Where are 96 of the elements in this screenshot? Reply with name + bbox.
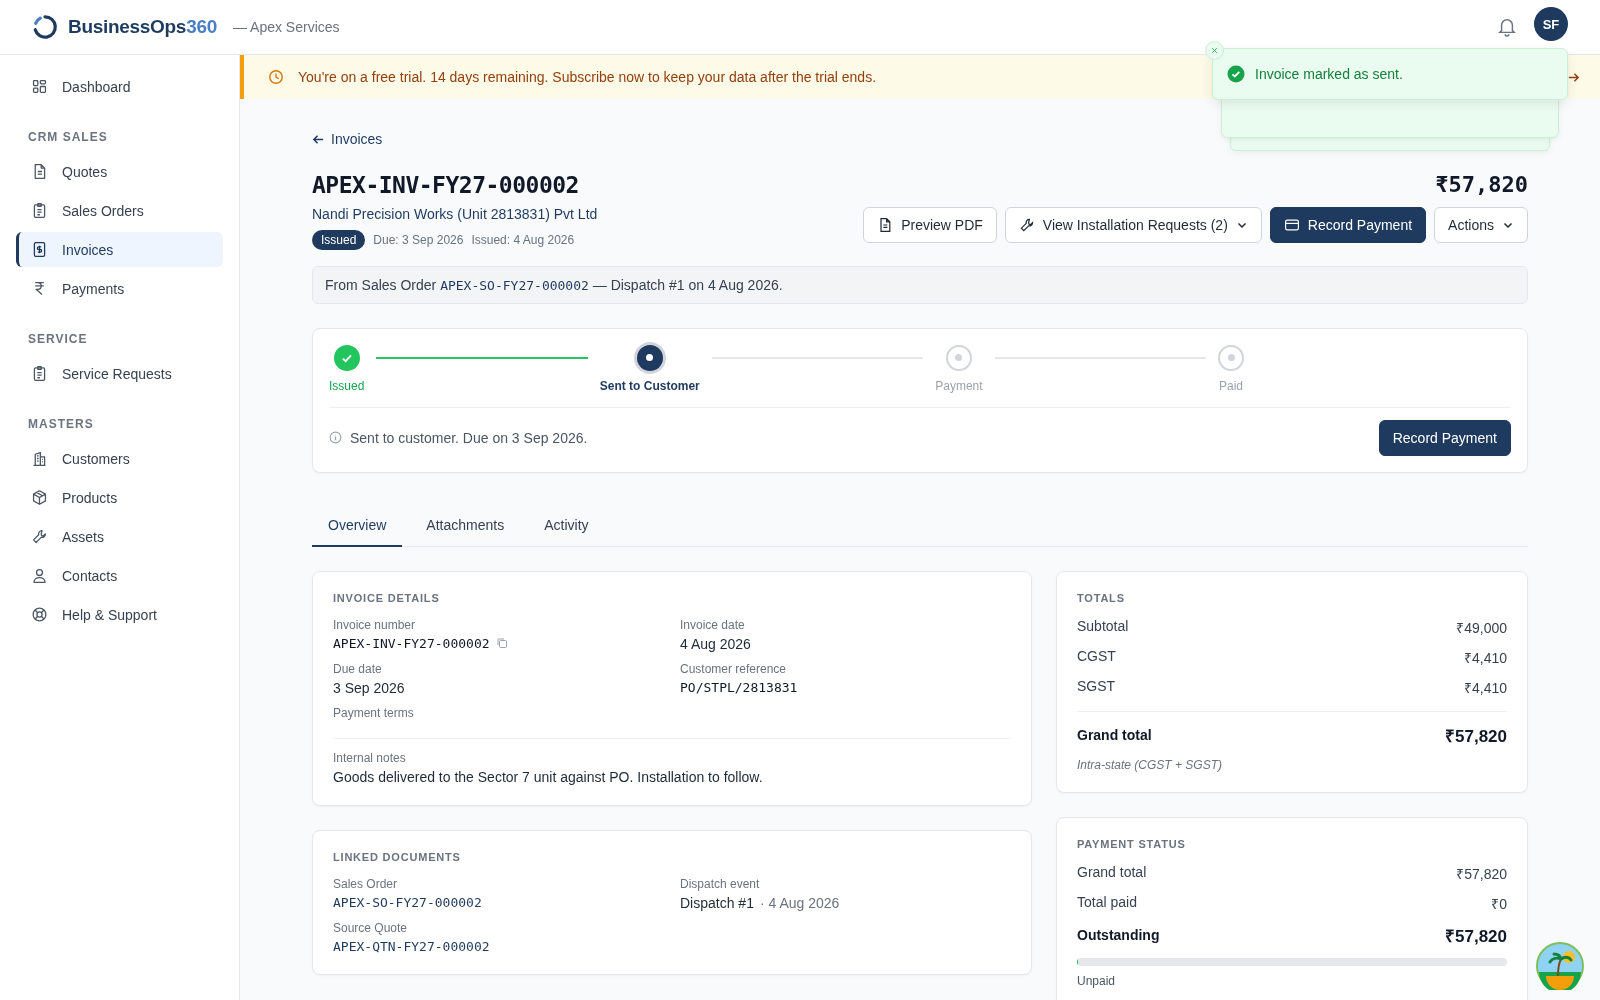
nav-item[interactable]: Contacts [16,558,223,593]
wrench-icon [31,528,48,545]
grand-total-value: ₹57,820 [1445,725,1507,747]
box-icon [31,489,48,506]
check-circle-icon [1227,65,1245,83]
logo-icon [32,14,58,40]
field-label: Due date [333,661,383,676]
action-button[interactable]: Record Payment [1269,206,1427,243]
brand-name: BusinessOps360 [68,16,217,38]
field-value: Dispatch #1 [680,894,754,911]
field-value: PO/STPL/2813831 [680,679,798,695]
step-label: Issued [329,378,365,393]
card-title: LINKED DOCUMENTS [333,850,462,863]
step-label: Sent to Customer [599,378,700,393]
field-label: Invoice date [680,617,746,632]
customer-name[interactable]: Nandi Precision Works (Unit 2813831) Pvt Ltd [312,205,598,222]
field-label: Source Quote [333,920,409,935]
lifebuoy-icon [31,606,48,623]
nav-item[interactable]: Assets [16,519,223,554]
grid-icon [31,78,48,95]
record-payment-button[interactable]: Record Payment [1378,419,1511,456]
grand-total-label: Grand total [1077,727,1152,743]
field-label: Customer reference [680,661,788,676]
field-value: 4 Aug 2026 [680,635,751,652]
tax-note: Intra-state (CGST + SGST) [1077,757,1224,772]
payment-value: ₹57,820 [1456,864,1507,883]
nav-section-heading: SERVICE [27,331,89,348]
nav-item[interactable]: Dashboard [16,69,223,104]
due-date: Due: 3 Sep 2026 [373,232,464,247]
total-value: ₹4,410 [1463,678,1507,697]
nav-item[interactable]: Invoices [16,232,223,267]
clipboard-icon [31,202,48,219]
field-label: Sales Order [333,876,399,891]
invoice-amount: ₹57,820 [1435,171,1528,197]
notes-text: Goods delivered to the Sector 7 unit against PO. Installation to follow. [333,768,764,785]
total-label: CGST [1077,647,1116,666]
field-label: Internal notes [333,750,407,765]
total-label: SGST [1077,677,1116,696]
nav-item[interactable]: Products [16,480,223,515]
clock-icon [268,69,284,85]
step-label: Paid [1219,378,1243,393]
beach-icon[interactable] [1536,942,1584,990]
document-link[interactable]: APEX-QTN-FY27-000002 [333,938,490,954]
total-value: ₹4,410 [1463,648,1507,667]
action-button[interactable]: Actions [1434,206,1528,243]
nav-section-heading: MASTERS [27,416,95,433]
tab[interactable]: Overview [312,504,403,547]
card-title: PAYMENT STATUS [1077,837,1187,850]
nav-section-heading: CRM SALES [27,129,109,146]
nav-item[interactable]: Service Requests [16,356,223,391]
step-label: Payment [935,378,983,393]
nav-item[interactable]: Quotes [16,154,223,189]
total-value: ₹49,000 [1456,618,1507,637]
status-message: Sent to customer. Due on 3 Sep 2026. [350,429,589,446]
card-title: INVOICE DETAILS [333,591,441,604]
card-title: TOTALS [1077,591,1126,604]
person-icon [31,567,48,584]
tab[interactable]: Attachments [410,504,521,547]
tab[interactable]: Activity [528,504,605,547]
wrench-icon [1018,216,1035,233]
action-button[interactable]: Preview PDF [863,206,997,243]
field-label: Invoice number [333,617,417,632]
invoice-icon [31,241,48,258]
invoice-number: APEX-INV-FY27-000002 [312,171,580,198]
source-note: From Sales Order APEX-SO-FY27-000002 — Dispatch #1 on 4 Aug 2026. [312,265,1528,304]
action-button[interactable]: View Installation Requests (2) [1004,206,1262,243]
nav-item[interactable]: Help & Support [16,597,223,632]
outstanding-value: ₹57,820 [1445,925,1507,947]
field-meta: · 4 Aug 2026 [759,894,840,911]
payment-label: Grand total [1077,863,1147,882]
copy-icon[interactable] [495,637,508,649]
field-value: 3 Sep 2026 [333,679,405,696]
issued-date: Issued: 4 Aug 2026 [471,232,575,247]
nav-item[interactable]: Sales Orders [16,193,223,228]
clipboard-icon [31,365,48,382]
document-link[interactable]: APEX-SO-FY27-000002 [333,894,482,910]
close-icon [1210,46,1219,55]
organization-name: — Apex Services [232,19,340,35]
outstanding-label: Outstanding [1077,927,1160,943]
payment-label: Total paid [1077,893,1137,912]
field-label: Dispatch event [680,876,761,891]
back-link[interactable]: Invoices [312,131,383,147]
total-label: Subtotal [1077,617,1129,636]
payment-value: ₹0 [1491,894,1507,913]
bell-icon[interactable] [1498,17,1516,37]
info-icon [329,431,342,444]
nav-item[interactable]: Payments [16,271,223,306]
field-value: APEX-INV-FY27-000002 [333,635,490,651]
toast-message: Invoice marked as sent. [1255,66,1403,82]
status-badge: Issued [312,229,366,250]
payment-status-label: Unpaid [1077,973,1117,988]
nav-item[interactable]: Customers [16,441,223,476]
building-icon [31,450,48,467]
trial-message: You're on a free trial. 14 days remaining. Subscribe now to keep your data after the trial ends. [298,69,877,85]
field-label: Payment terms [333,705,415,720]
user-avatar[interactable]: SF [1534,7,1568,41]
